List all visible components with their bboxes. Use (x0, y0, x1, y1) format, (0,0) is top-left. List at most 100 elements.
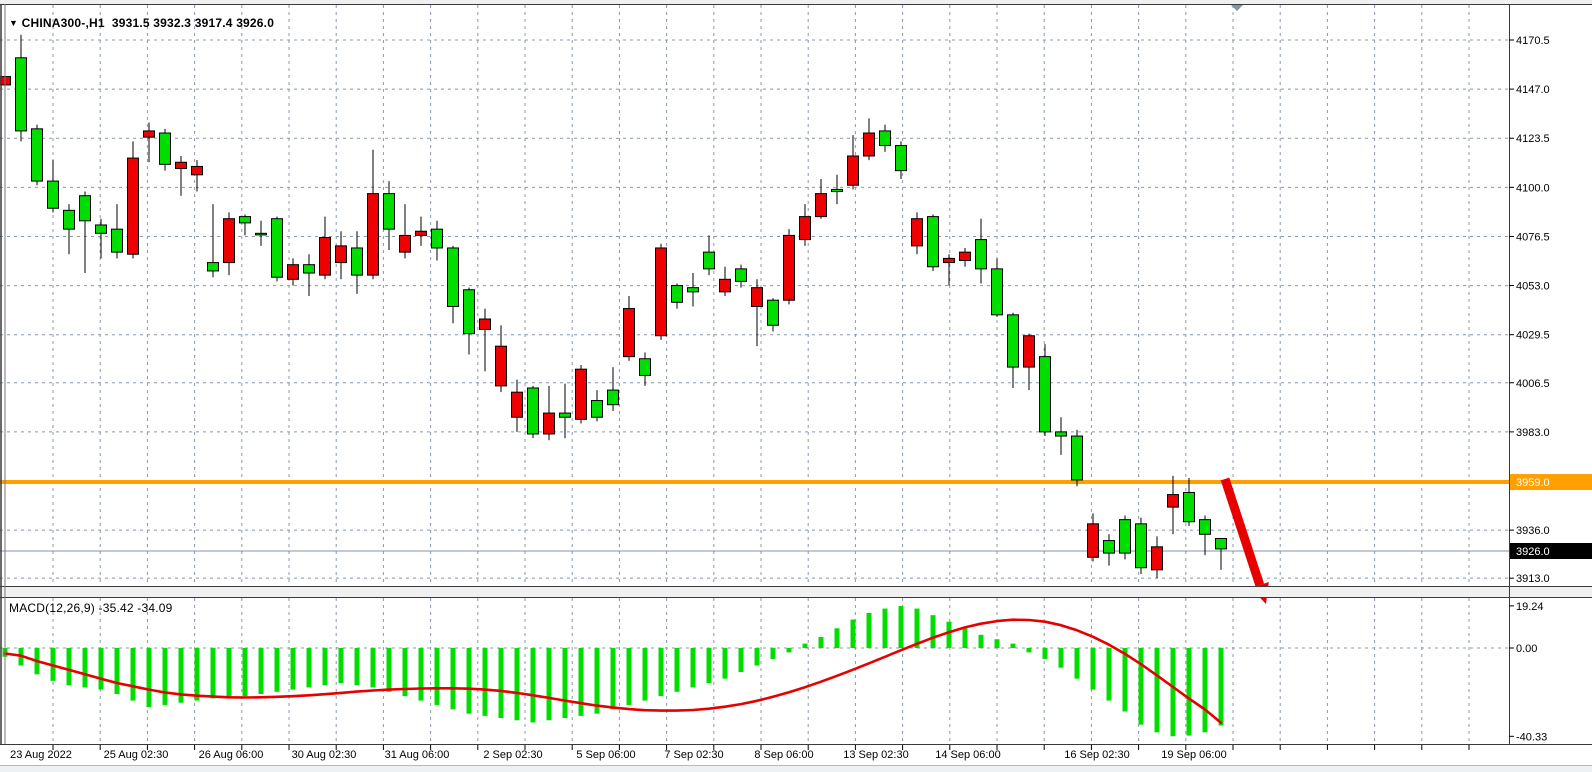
candle-bearish (1088, 524, 1099, 557)
candle-bullish (672, 286, 683, 303)
time-tick-label: 26 Aug 06:00 (199, 749, 264, 761)
macd-histogram-bar (1043, 648, 1048, 659)
macd-histogram-bar (483, 648, 488, 716)
time-tick-label: 23 Aug 2022 (10, 749, 72, 761)
macd-histogram-bar (131, 648, 136, 701)
candle-bearish (576, 369, 587, 419)
price-tick-label: 3983.0 (1516, 427, 1550, 439)
candle-bullish (688, 288, 699, 292)
candle-bullish (1136, 524, 1147, 568)
candle-bearish (320, 238, 331, 276)
candle-bearish (288, 265, 299, 280)
candle-bullish (1200, 520, 1211, 535)
macd-histogram-bar (307, 648, 312, 687)
price-tick-label: 4170.5 (1516, 35, 1550, 47)
macd-histogram-bar (147, 648, 152, 707)
macd-histogram-bar (67, 648, 72, 685)
candle-bullish (928, 217, 939, 267)
price-tick-label: 3913.0 (1516, 573, 1550, 585)
macd-histogram-bar (883, 609, 888, 648)
candle-bearish (368, 194, 379, 276)
time-tick-label: 13 Sep 02:30 (843, 749, 908, 761)
candle-bullish (768, 300, 779, 325)
candle-bullish (832, 189, 843, 191)
macd-histogram-bar (1107, 648, 1112, 701)
macd-histogram-bar (1171, 648, 1176, 736)
candle-bullish (64, 210, 75, 229)
candle-bullish (1120, 520, 1131, 553)
macd-histogram-bar (771, 648, 776, 659)
candle-bearish (848, 156, 859, 185)
macd-histogram-bar (995, 639, 1000, 648)
time-tick-label: 5 Sep 06:00 (576, 749, 635, 761)
candle-bullish (592, 401, 603, 418)
candle-bullish (1216, 538, 1227, 548)
price-tick-label: 3936.0 (1516, 525, 1550, 537)
time-tick-label: 30 Aug 02:30 (292, 749, 357, 761)
macd-histogram-bar (899, 606, 904, 648)
time-tick-label: 14 Sep 06:00 (935, 749, 1000, 761)
macd-signal-value: -34.09 (137, 601, 172, 615)
macd-histogram-bar (115, 648, 120, 694)
macd-histogram-bar (675, 648, 680, 692)
macd-histogram-bar (227, 648, 232, 698)
macd-histogram-bar (531, 648, 536, 722)
candle-bullish (384, 194, 395, 230)
candle-bullish (304, 265, 315, 273)
chart-background (0, 0, 1592, 772)
candle-bullish (896, 146, 907, 171)
candle-bullish (208, 263, 219, 271)
candle-bullish (976, 240, 987, 269)
candle-bullish (608, 390, 619, 405)
time-tick-label: 16 Sep 02:30 (1064, 749, 1129, 761)
macd-histogram-bar (611, 648, 616, 709)
macd-histogram-bar (163, 648, 168, 705)
macd-tick-label: -40.33 (1516, 731, 1547, 743)
candle-bearish (624, 309, 635, 357)
bar-low-value: 3917.4 (195, 16, 233, 30)
chart-canvas[interactable]: 4170.54147.04123.54100.04076.54053.04029… (0, 0, 1592, 772)
macd-histogram-bar (867, 613, 872, 648)
candle-bearish (416, 231, 427, 235)
candle-bearish (128, 158, 139, 254)
macd-histogram-bar (259, 648, 264, 694)
time-tick-label: 7 Sep 02:30 (664, 749, 723, 761)
time-tick-label: 8 Sep 06:00 (754, 749, 813, 761)
candle-bullish (352, 248, 363, 275)
macd-histogram-bar (451, 648, 456, 709)
candle-bullish (640, 359, 651, 376)
symbol-dropdown-icon[interactable]: ▼ (9, 18, 18, 28)
candle-bearish (224, 219, 235, 263)
candle-bearish (816, 194, 827, 217)
candle-bullish (80, 196, 91, 221)
candle-bullish (1184, 492, 1195, 521)
macd-histogram-bar (1059, 648, 1064, 668)
bar-open-value: 3931.5 (112, 16, 150, 30)
time-tick-label: 2 Sep 02:30 (483, 749, 542, 761)
macd-histogram-bar (1219, 648, 1224, 726)
macd-histogram-bar (1155, 648, 1160, 732)
candle-bearish (480, 319, 491, 329)
macd-histogram-bar (291, 648, 296, 690)
macd-histogram-bar (323, 648, 328, 685)
candle-bullish (48, 181, 59, 208)
candle-bullish (560, 413, 571, 417)
macd-histogram-bar (691, 648, 696, 687)
macd-histogram-bar (195, 648, 200, 701)
macd-histogram-bar (739, 648, 744, 672)
macd-histogram-bar (435, 648, 440, 705)
bottom-strip (0, 766, 1592, 772)
candle-bullish (736, 269, 747, 282)
candle-bearish (784, 235, 795, 300)
macd-histogram-bar (803, 644, 808, 648)
macd-histogram-bar (1075, 648, 1080, 679)
candle-bullish (528, 388, 539, 434)
candle-bearish (512, 392, 523, 417)
candle-bullish (1056, 432, 1067, 436)
macd-histogram-bar (371, 648, 376, 687)
candle-bullish (112, 229, 123, 252)
macd-histogram-bar (755, 648, 760, 666)
macd-histogram-bar (1139, 648, 1144, 725)
panel-divider[interactable] (0, 587, 1592, 597)
price-tick-label: 4053.0 (1516, 281, 1550, 293)
